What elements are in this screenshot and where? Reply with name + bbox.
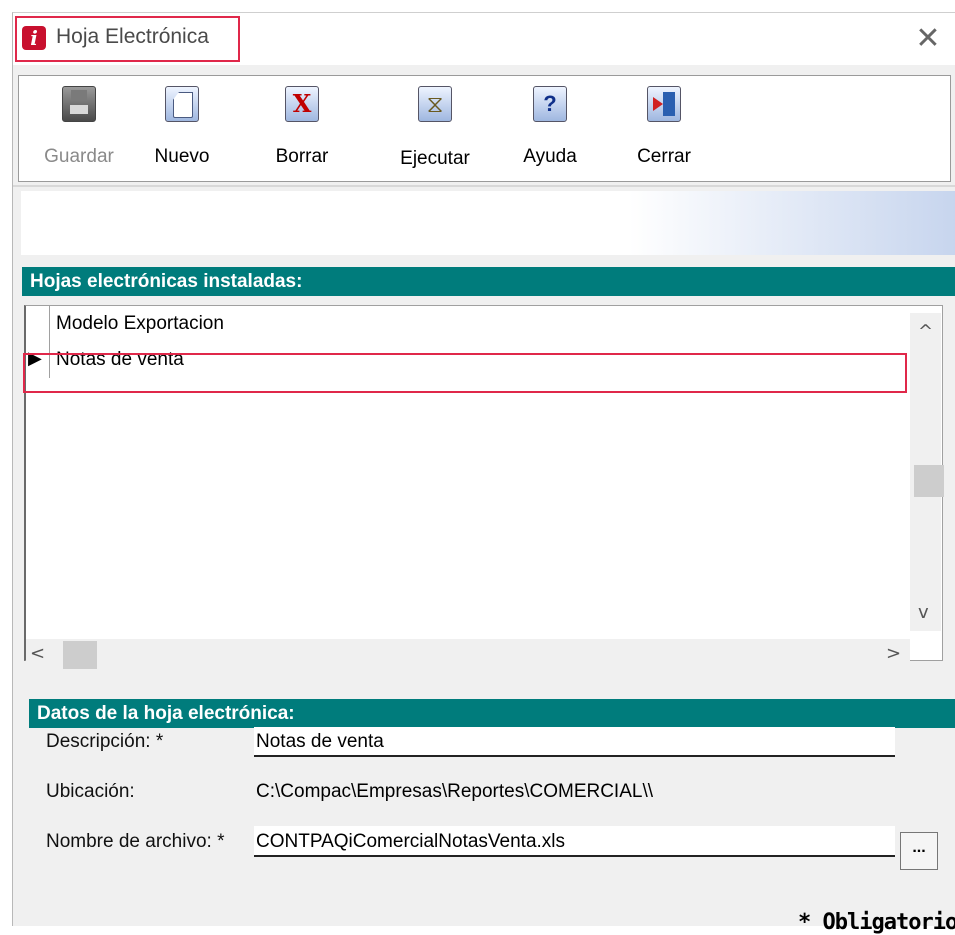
hourglass-icon: ⧖ — [418, 86, 452, 122]
selected-row-highlight-box — [23, 353, 907, 393]
description-label: Descripción: * — [46, 731, 164, 752]
new-label: Nuevo — [154, 146, 210, 167]
toolbar: Guardar Nuevo X Borrar ⧖ Ejecutar ? Ayud… — [18, 75, 951, 182]
delete-x-icon: X — [285, 86, 319, 122]
horizontal-scrollbar[interactable]: < > — [26, 639, 910, 669]
app-logo-icon: i — [22, 26, 46, 50]
horizontal-scroll-thumb[interactable] — [63, 641, 97, 669]
toolbar-divider — [13, 185, 955, 187]
browse-button[interactable]: ... — [900, 832, 938, 870]
installed-sheets-header: Hojas electrónicas instaladas: — [22, 267, 955, 296]
new-document-icon — [165, 86, 199, 122]
help-label: Ayuda — [523, 146, 577, 167]
save-label: Guardar — [44, 146, 114, 167]
location-label: Ubicación: — [46, 781, 135, 802]
sheet-name: Modelo Exportacion — [56, 313, 224, 334]
close-label: Cerrar — [637, 146, 691, 167]
window-title: Hoja Electrónica — [56, 25, 209, 48]
list-item[interactable]: Modelo Exportacion — [26, 306, 911, 342]
spreadsheet-window: i Hoja Electrónica ✕ Guardar Nuevo X Bor… — [12, 12, 955, 935]
save-icon — [62, 86, 96, 122]
help-question-icon: ? — [533, 86, 567, 122]
execute-label: Ejecutar — [400, 148, 470, 169]
description-value: Notas de venta — [256, 731, 384, 752]
title-bar: i Hoja Electrónica ✕ — [13, 13, 955, 65]
vertical-scroll-thumb[interactable] — [914, 465, 944, 497]
sheet-details-header: Datos de la hoja electrónica: — [29, 699, 955, 728]
scroll-down-icon[interactable]: v — [918, 602, 929, 623]
close-button[interactable]: ✕ — [911, 22, 945, 56]
row-indicator — [26, 306, 50, 342]
delete-label: Borrar — [275, 146, 329, 167]
scroll-right-icon[interactable]: > — [886, 643, 901, 664]
required-note: * Obligatorio — [798, 910, 955, 935]
filename-value: CONTPAQiComercialNotasVenta.xls — [256, 831, 566, 852]
location-value: C:\Compac\Empresas\Reportes\COMERCIAL\\ — [256, 781, 654, 802]
exit-door-icon — [647, 86, 681, 122]
scroll-left-icon[interactable]: < — [30, 643, 45, 664]
info-banner — [21, 191, 955, 255]
filename-label: Nombre de archivo: * — [46, 831, 225, 852]
scroll-up-icon[interactable]: ^ — [918, 321, 933, 342]
